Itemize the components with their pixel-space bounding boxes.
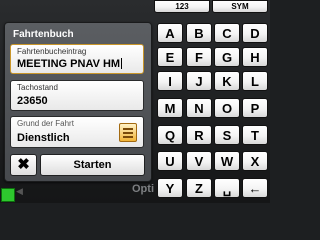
tachostand-field[interactable]: Tachostand 23650: [10, 80, 144, 111]
close-icon: ✖: [17, 156, 30, 173]
list-icon[interactable]: [119, 123, 137, 142]
field-value: 23650: [17, 95, 48, 107]
key-b[interactable]: B: [186, 23, 212, 43]
key-y[interactable]: Y: [157, 178, 183, 198]
space-icon: ␣: [222, 181, 232, 196]
left-arrow-icon: ◀: [16, 186, 23, 196]
field-value: MEETING PNAV HM: [17, 58, 123, 70]
key-d[interactable]: D: [242, 23, 268, 43]
fahrtenbucheintrag-field[interactable]: Fahrtenbucheintrag MEETING PNAV HM: [10, 44, 144, 74]
key-u[interactable]: U: [157, 151, 183, 171]
key-s[interactable]: S: [214, 125, 240, 145]
key-n[interactable]: N: [186, 98, 212, 118]
key-k[interactable]: K: [214, 71, 240, 91]
backspace-icon: ←: [248, 181, 262, 196]
dialog-title: Fahrtenbuch: [13, 29, 74, 40]
key-backspace[interactable]: ←: [242, 178, 268, 198]
key-e[interactable]: E: [157, 47, 183, 67]
status-indicator: [1, 188, 15, 202]
start-button[interactable]: Starten: [40, 154, 145, 176]
key-f[interactable]: F: [186, 47, 212, 67]
key-sym[interactable]: SYM: [212, 0, 268, 13]
key-z[interactable]: Z: [186, 178, 212, 198]
key-j[interactable]: J: [186, 71, 212, 91]
key-g[interactable]: G: [214, 47, 240, 67]
key-m[interactable]: M: [157, 98, 183, 118]
key-p[interactable]: P: [242, 98, 268, 118]
fahrtenbuch-dialog: Fahrtenbuch Fahrtenbucheintrag MEETING P…: [4, 22, 152, 182]
key-c[interactable]: C: [214, 23, 240, 43]
field-label: Grund der Fahrt: [17, 119, 74, 128]
key-r[interactable]: R: [186, 125, 212, 145]
field-label: Tachostand: [17, 83, 58, 92]
key-v[interactable]: V: [186, 151, 212, 171]
key-x[interactable]: X: [242, 151, 268, 171]
key-w[interactable]: W: [214, 151, 240, 171]
key-l[interactable]: L: [242, 71, 268, 91]
cancel-button[interactable]: ✖: [10, 154, 37, 176]
key-space[interactable]: ␣: [214, 178, 240, 198]
key-i[interactable]: I: [157, 71, 183, 91]
field-value: Dienstlich: [17, 132, 70, 144]
key-a[interactable]: A: [157, 23, 183, 43]
key-t[interactable]: T: [242, 125, 268, 145]
key-q[interactable]: Q: [157, 125, 183, 145]
key-o[interactable]: O: [214, 98, 240, 118]
on-screen-keyboard: 123 SYM A B C D E F G H I J K L M N O P …: [151, 0, 270, 203]
text-caret: [121, 58, 123, 69]
grund-der-fahrt-field[interactable]: Grund der Fahrt Dienstlich: [10, 116, 144, 148]
key-123[interactable]: 123: [154, 0, 210, 13]
key-h[interactable]: H: [242, 47, 268, 67]
field-label: Fahrtenbucheintrag: [17, 47, 87, 56]
